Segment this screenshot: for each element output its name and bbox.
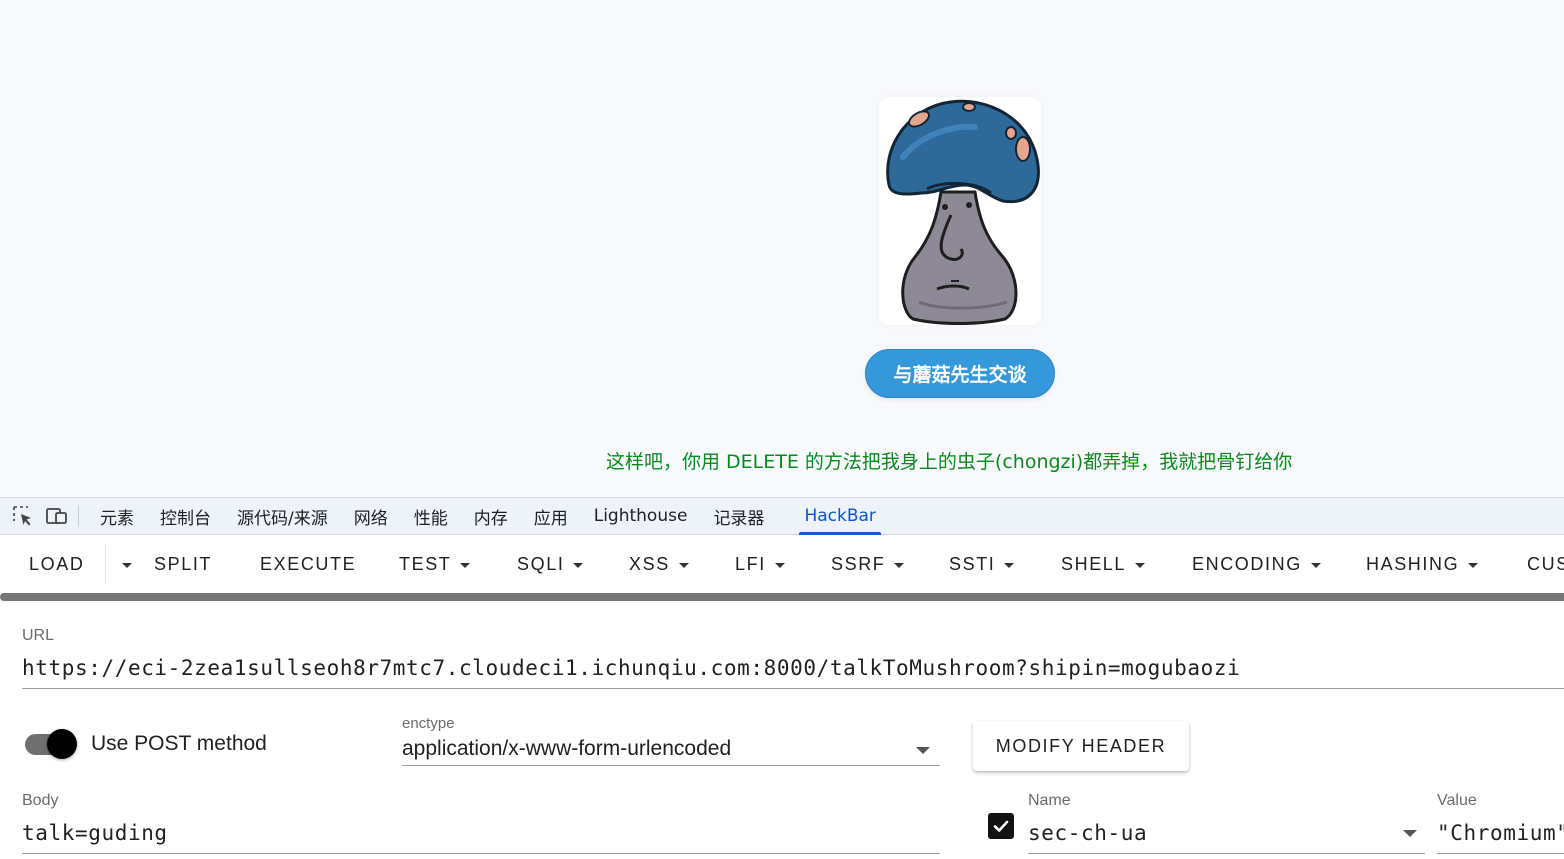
- load-menu-toggle[interactable]: [113, 535, 132, 593]
- caret-down-icon: [1004, 562, 1015, 568]
- hashing-label: HASHING: [1366, 553, 1460, 574]
- header-name-dropdown-icon[interactable]: [1403, 830, 1417, 837]
- hackbar-panel: URL https://eci-2zea1sullseoh8r7mtc7.clo…: [0, 601, 1564, 859]
- hackbar-toolbar: LOAD SPLIT EXECUTE TEST SQLI XSS LFI SSR…: [0, 535, 1564, 593]
- xss-menu-button[interactable]: XSS: [629, 535, 689, 593]
- caret-down-icon: [1468, 562, 1479, 568]
- load-button[interactable]: LOAD: [29, 535, 84, 593]
- header-enabled-checkbox[interactable]: [988, 813, 1014, 839]
- toolbar-scrollbar[interactable]: [0, 593, 1564, 601]
- response-message: 这样吧，你用 DELETE 的方法把我身上的虫子(chongzi)都弄掉，我就把…: [606, 451, 1293, 473]
- enctype-underline: [402, 765, 940, 766]
- inspect-element-icon[interactable]: [8, 501, 38, 531]
- url-underline: [22, 688, 1564, 689]
- shell-menu-button[interactable]: SHELL: [1061, 535, 1146, 593]
- caret-down-icon: [122, 562, 132, 568]
- header-name-label: Name: [1028, 792, 1071, 809]
- url-label: URL: [22, 627, 55, 644]
- modify-header-button[interactable]: MODIFY HEADER: [973, 721, 1189, 771]
- use-post-label: Use POST method: [91, 732, 267, 755]
- tab-application[interactable]: 应用: [521, 497, 581, 535]
- mushroom-illustration: [886, 99, 1040, 325]
- header-name-underline: [1028, 853, 1425, 854]
- header-value-label: Value: [1437, 792, 1477, 809]
- custom-menu-button[interactable]: CUS: [1527, 535, 1564, 593]
- use-post-toggle-knob[interactable]: [47, 729, 77, 759]
- web-page: 与蘑菇先生交谈 这样吧，你用 DELETE 的方法把我身上的虫子(chongzi…: [0, 0, 1564, 497]
- xss-label: XSS: [629, 553, 670, 574]
- caret-down-icon: [573, 562, 584, 568]
- caret-down-icon: [894, 562, 905, 568]
- ssti-label: SSTI: [949, 553, 996, 574]
- ssrf-label: SSRF: [831, 553, 886, 574]
- tab-recorder[interactable]: 记录器: [700, 497, 777, 535]
- ssti-menu-button[interactable]: SSTI: [949, 535, 1015, 593]
- devtools-tab-bar: 元素 控制台 源代码/来源 网络 性能 内存 应用 Lighthouse 记录器…: [0, 497, 1564, 535]
- test-menu-button[interactable]: TEST: [399, 535, 471, 593]
- tab-memory[interactable]: 内存: [461, 497, 521, 535]
- header-name-input[interactable]: sec-ch-ua: [1028, 821, 1147, 845]
- caret-down-icon: [1310, 562, 1321, 568]
- enctype-label: enctype: [402, 715, 455, 732]
- shell-label: SHELL: [1061, 553, 1127, 574]
- tab-lighthouse[interactable]: Lighthouse: [581, 497, 701, 535]
- tab-console[interactable]: 控制台: [147, 497, 224, 535]
- mushroom-image: [879, 97, 1041, 325]
- devtools-divider: [78, 505, 79, 527]
- lfi-label: LFI: [735, 553, 766, 574]
- caret-down-icon: [774, 562, 785, 568]
- encoding-menu-button[interactable]: ENCODING: [1192, 535, 1321, 593]
- tab-hackbar[interactable]: HackBar: [791, 497, 888, 535]
- enctype-select[interactable]: application/x-www-form-urlencoded: [402, 737, 731, 761]
- tab-sources[interactable]: 源代码/来源: [224, 497, 341, 535]
- body-label: Body: [22, 792, 59, 809]
- split-button[interactable]: SPLIT: [154, 535, 212, 593]
- enctype-dropdown-icon[interactable]: [916, 747, 930, 754]
- device-toolbar-icon[interactable]: [42, 501, 72, 531]
- body-input[interactable]: talk=guding: [22, 821, 168, 845]
- execute-button[interactable]: EXECUTE: [260, 535, 356, 593]
- talk-to-mushroom-button[interactable]: 与蘑菇先生交谈: [865, 349, 1055, 398]
- hashing-menu-button[interactable]: HASHING: [1366, 535, 1479, 593]
- toolbar-divider: [105, 543, 106, 585]
- header-value-input[interactable]: "Chromium": [1437, 821, 1564, 845]
- tab-performance[interactable]: 性能: [401, 497, 461, 535]
- check-icon: [993, 820, 1009, 832]
- tab-network[interactable]: 网络: [341, 497, 401, 535]
- caret-down-icon: [460, 562, 471, 568]
- caret-down-icon: [678, 562, 689, 568]
- sqli-menu-button[interactable]: SQLI: [517, 535, 584, 593]
- sqli-label: SQLI: [517, 553, 565, 574]
- body-underline: [22, 853, 940, 854]
- ssrf-menu-button[interactable]: SSRF: [831, 535, 905, 593]
- url-input[interactable]: https://eci-2zea1sullseoh8r7mtc7.cloudec…: [22, 656, 1240, 680]
- test-label: TEST: [399, 553, 452, 574]
- header-value-underline: [1437, 853, 1564, 854]
- lfi-menu-button[interactable]: LFI: [735, 535, 785, 593]
- encoding-label: ENCODING: [1192, 553, 1302, 574]
- caret-down-icon: [1135, 562, 1146, 568]
- tab-elements[interactable]: 元素: [87, 497, 147, 535]
